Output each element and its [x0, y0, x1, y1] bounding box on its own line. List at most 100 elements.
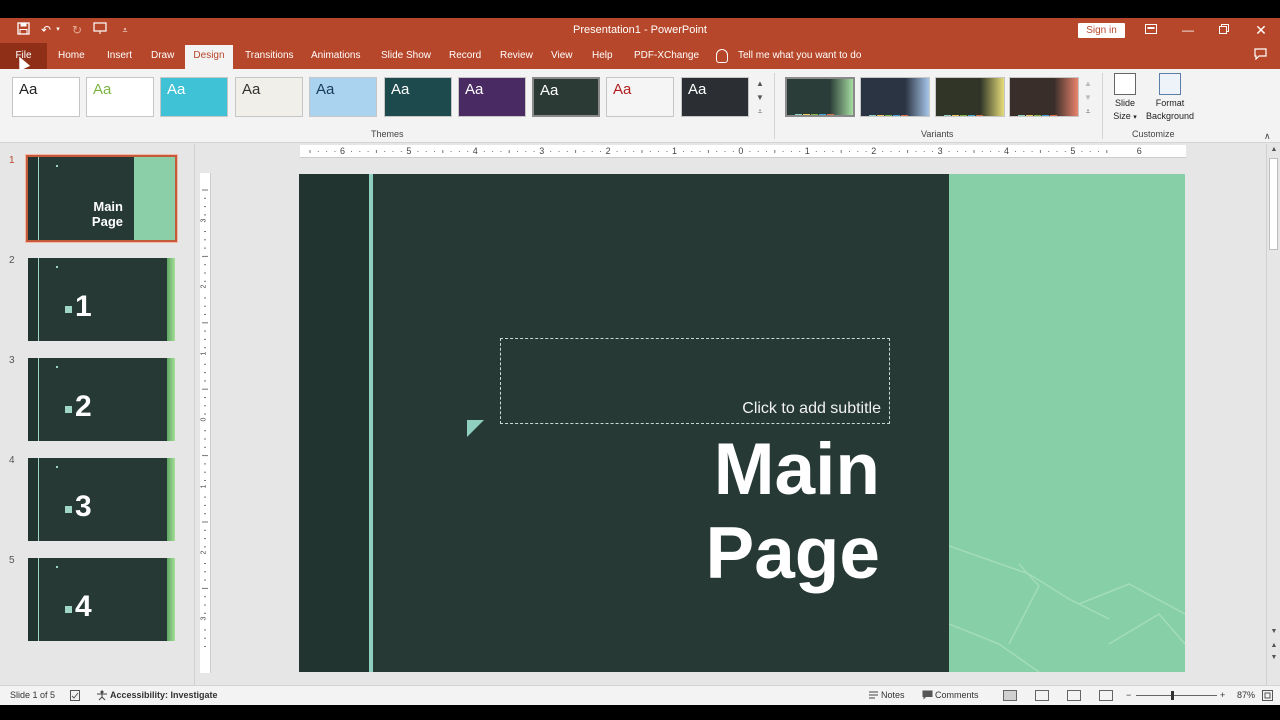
notes-button[interactable]: Notes [881, 690, 905, 700]
tell-me-search[interactable]: Tell me what you want to do [738, 43, 861, 69]
tab-view[interactable]: View [549, 43, 575, 69]
previous-slide-icon[interactable]: ▲ [1267, 642, 1280, 649]
screen-bottom-bar [0, 705, 1280, 720]
minimize-icon[interactable]: — [1173, 21, 1203, 39]
gallery-up-icon[interactable]: ▲ [754, 77, 766, 91]
zoom-slider[interactable] [1136, 695, 1217, 696]
slide-number: 3 [9, 355, 15, 366]
theme-option-4[interactable]: Aa [235, 77, 303, 117]
subtitle-placeholder[interactable]: Click to add subtitle [500, 338, 890, 424]
variant-option-3[interactable] [935, 77, 1005, 117]
ruler-label: 2 [200, 550, 208, 555]
theme-option-1[interactable]: Aa [12, 77, 80, 117]
gallery-up-icon[interactable]: ▲ [1082, 77, 1094, 91]
theme-sample-text: Aa [688, 81, 707, 98]
tab-animations[interactable]: Animations [309, 43, 362, 69]
reading-view-icon[interactable] [1067, 690, 1081, 701]
sign-in-button[interactable]: Sign in [1078, 23, 1125, 38]
tab-design[interactable]: Design [185, 43, 233, 69]
ruler-label: 6 [1136, 146, 1142, 156]
ruler-label: 3 [937, 146, 943, 156]
slide-thumbnail-4[interactable]: 3 [28, 458, 175, 541]
slide-number: 4 [9, 455, 15, 466]
slide-show-icon[interactable] [1099, 690, 1113, 701]
gallery-more-icon[interactable]: ⩡ [1082, 105, 1094, 119]
theme-option-5[interactable]: Aa [309, 77, 377, 117]
variant-option-4[interactable] [1009, 77, 1079, 117]
notes-icon[interactable] [869, 690, 878, 701]
variant-option-1[interactable] [785, 77, 855, 117]
tab-pdf-xchange[interactable]: PDF-XChange [632, 43, 701, 69]
vertical-scrollbar[interactable]: ▲ ▼ ▲ ▼ [1266, 144, 1280, 685]
gallery-down-icon[interactable]: ▼ [1082, 91, 1094, 105]
fit-to-window-icon[interactable] [1262, 690, 1273, 703]
theme-option-6[interactable]: Aa [384, 77, 452, 117]
theme-option-8[interactable]: Aa [532, 77, 600, 117]
screen-top-bar [0, 0, 1280, 18]
zoom-out-icon[interactable]: − [1126, 690, 1131, 700]
theme-option-2[interactable]: Aa [86, 77, 154, 117]
gallery-more-icon[interactable]: ⩡ [754, 105, 766, 119]
collapse-ribbon-icon[interactable]: ∧ [1264, 131, 1271, 142]
slide-thumbnail-5[interactable]: 4 [28, 558, 175, 641]
ruler-label: 1 [200, 484, 208, 489]
themes-group-label: Themes [371, 129, 404, 139]
share-icon[interactable] [1252, 48, 1268, 64]
restore-icon[interactable] [1209, 21, 1239, 39]
ribbon-display-options-icon[interactable] [1136, 21, 1166, 39]
accessibility-status[interactable]: Accessibility: Investigate [110, 690, 218, 700]
lightbulb-icon [716, 49, 728, 63]
theme-sample-text: Aa [540, 82, 559, 99]
scroll-down-icon[interactable]: ▼ [1267, 628, 1280, 635]
theme-option-7[interactable]: Aa [458, 77, 526, 117]
slide-green-panel [949, 174, 1185, 672]
next-slide-icon[interactable]: ▼ [1267, 654, 1280, 661]
tab-insert[interactable]: Insert [105, 43, 134, 69]
tab-home[interactable]: Home [56, 43, 87, 69]
current-slide[interactable]: Click to add subtitle Main Page [299, 174, 1185, 672]
theme-sample-text: Aa [391, 81, 410, 98]
variants-gallery-scroll[interactable]: ▲ ▼ ⩡ [1082, 77, 1094, 121]
themes-gallery-scroll[interactable]: ▲ ▼ ⩡ [754, 77, 766, 121]
theme-option-9[interactable]: Aa [606, 77, 674, 117]
slide-thumbnails-panel[interactable]: 1 Main Page 2 1 3 2 4 3 5 4 [0, 144, 195, 685]
ruler-label: 0 [738, 146, 744, 156]
slide-size-icon [1114, 73, 1136, 95]
tab-draw[interactable]: Draw [149, 43, 176, 69]
slide-title[interactable]: Main Page [706, 428, 880, 596]
accessibility-icon[interactable] [96, 690, 108, 703]
format-background-button[interactable]: Format Background [1144, 73, 1196, 123]
variant-option-2[interactable] [860, 77, 930, 117]
ruler-label: 1 [200, 351, 208, 356]
zoom-slider-handle[interactable] [1171, 691, 1174, 700]
subtitle-placeholder-text: Click to add subtitle [742, 400, 881, 417]
slide-number: 5 [9, 555, 15, 566]
tab-record[interactable]: Record [447, 43, 483, 69]
tab-review[interactable]: Review [498, 43, 535, 69]
theme-option-10[interactable]: Aa [681, 77, 749, 117]
slide-triangle-decoration [467, 420, 484, 437]
ruler-label: 2 [605, 146, 611, 156]
zoom-in-icon[interactable]: + [1220, 690, 1225, 700]
comments-icon[interactable] [922, 690, 933, 702]
scroll-up-icon[interactable]: ▲ [1267, 146, 1280, 153]
slide-thumbnail-1[interactable]: Main Page [25, 154, 178, 243]
slide-sorter-icon[interactable] [1035, 690, 1049, 701]
gallery-down-icon[interactable]: ▼ [754, 91, 766, 105]
normal-view-icon[interactable] [1003, 690, 1017, 701]
slide-number: 2 [9, 255, 15, 266]
tab-slide-show[interactable]: Slide Show [379, 43, 433, 69]
scroll-thumb[interactable] [1269, 158, 1278, 250]
slide-thumbnail-3[interactable]: 2 [28, 358, 175, 441]
slide-thumbnail-2[interactable]: 1 [28, 258, 175, 341]
slide-left-bar [299, 174, 369, 672]
comments-button[interactable]: Comments [935, 690, 979, 700]
spelling-check-icon[interactable] [70, 690, 81, 703]
zoom-level[interactable]: 87% [1237, 690, 1255, 700]
theme-sample-text: Aa [242, 81, 261, 98]
slide-size-button[interactable]: Slide Size ▾ [1110, 73, 1140, 124]
close-icon[interactable]: ✕ [1246, 21, 1276, 39]
tab-transitions[interactable]: Transitions [243, 43, 296, 69]
theme-option-3[interactable]: Aa [160, 77, 228, 117]
tab-help[interactable]: Help [590, 43, 615, 69]
